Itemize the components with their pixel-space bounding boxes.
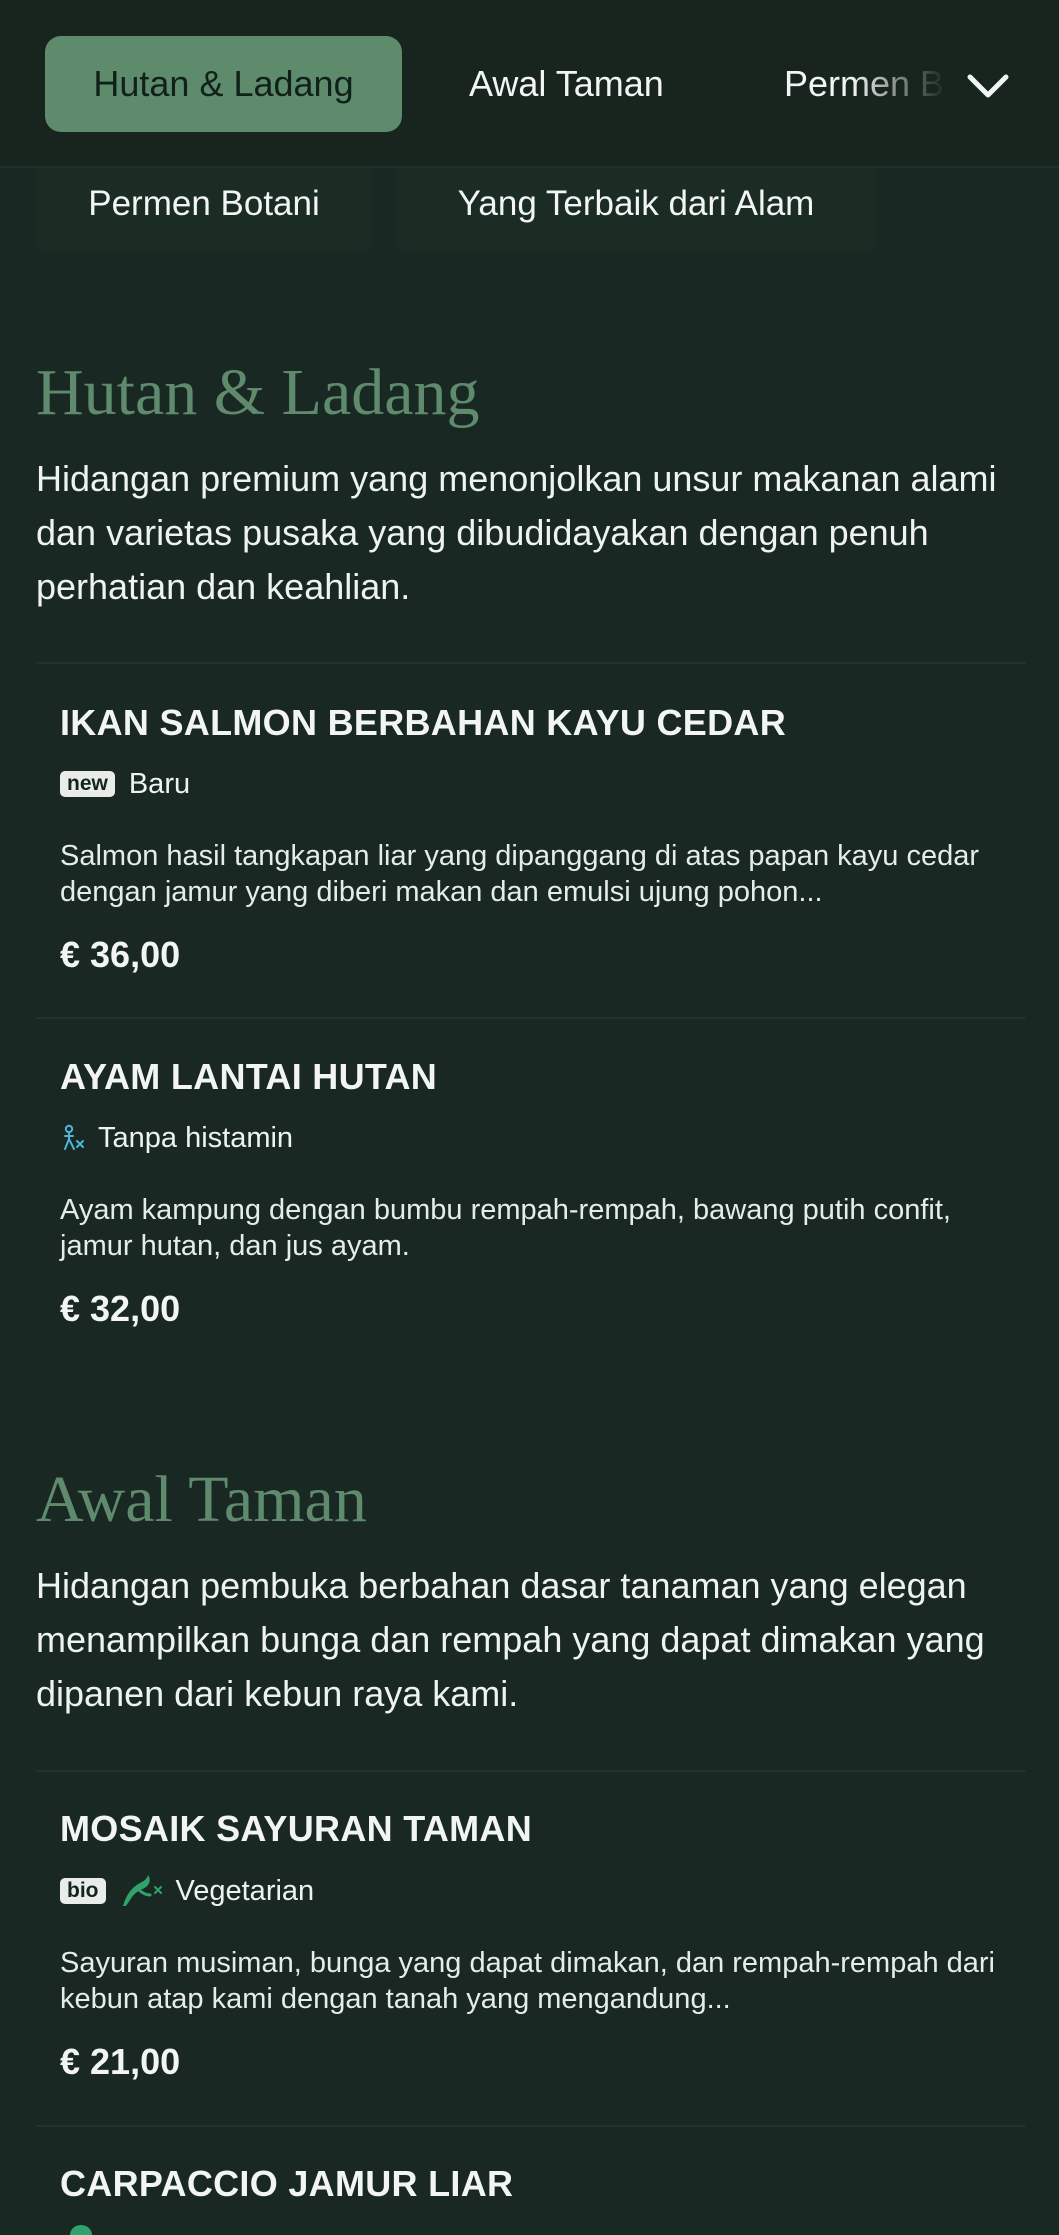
divider bbox=[36, 1017, 1026, 1019]
menu-item-title: AYAM LANTAI HUTAN bbox=[60, 1056, 438, 1097]
new-badge: new bbox=[60, 771, 115, 797]
tab-awal-taman[interactable]: Awal Taman bbox=[469, 36, 664, 132]
leaf-icon bbox=[70, 2225, 92, 2235]
histamine-free-icon bbox=[64, 1124, 84, 1150]
tag-label: Baru bbox=[128, 767, 191, 800]
menu-item-title: CARPACCIO JAMUR LIAR bbox=[60, 2163, 514, 2204]
bio-badge: bio bbox=[60, 1878, 106, 1904]
menu-item-price: € 21,00 bbox=[60, 2041, 181, 2082]
tab-hutan-ladang[interactable]: Hutan & Ladang bbox=[45, 36, 402, 132]
tab-yang-terbaik-dari-alam[interactable]: Yang Terbaik dari Alam bbox=[396, 168, 876, 252]
category-nav: Hutan & Ladang Awal Taman Permen Botani bbox=[0, 0, 1059, 168]
section-title-hutan-ladang: Hutan & Ladang bbox=[36, 356, 480, 429]
menu-item-description: Sayuran musiman, bunga yang dapat dimaka… bbox=[60, 1947, 995, 2015]
menu-item-price: € 36,00 bbox=[60, 934, 181, 975]
menu-item-price: € 32,00 bbox=[60, 1288, 181, 1329]
menu-item-description: Salmon hasil tangkapan liar yang dipangg… bbox=[60, 840, 979, 908]
tag-label: Vegetarian bbox=[175, 1874, 315, 1907]
divider bbox=[36, 662, 1026, 664]
chevron-down-icon[interactable] bbox=[962, 60, 1014, 112]
menu-item-title: MOSAIK SAYURAN TAMAN bbox=[60, 1808, 533, 1849]
tag-label: Tanpa histamin bbox=[98, 1121, 294, 1154]
section-description: Hidangan premium yang menonjolkan unsur … bbox=[36, 458, 997, 607]
section-description: Hidangan pembuka berbahan dasar tanaman … bbox=[36, 1565, 985, 1714]
menu-item-tags: new Baru bbox=[60, 766, 190, 802]
tab-permen-botani[interactable]: Permen Botani bbox=[784, 36, 954, 132]
menu-item-tags: bio Vegetarian bbox=[60, 1873, 314, 1909]
divider bbox=[36, 1770, 1026, 1772]
section-title-awal-taman: Awal Taman bbox=[36, 1463, 367, 1536]
menu-item-title: IKAN SALMON BERBAHAN KAYU CEDAR bbox=[60, 702, 786, 743]
menu-item-tags: Tanpa histamin bbox=[60, 1120, 293, 1156]
divider bbox=[36, 2125, 1026, 2127]
menu-item-description: Ayam kampung dengan bumbu rempah-rempah,… bbox=[60, 1194, 951, 1262]
tab-permen-botani-secondary[interactable]: Permen Botani bbox=[36, 168, 372, 252]
vegetarian-icon bbox=[122, 1875, 162, 1906]
